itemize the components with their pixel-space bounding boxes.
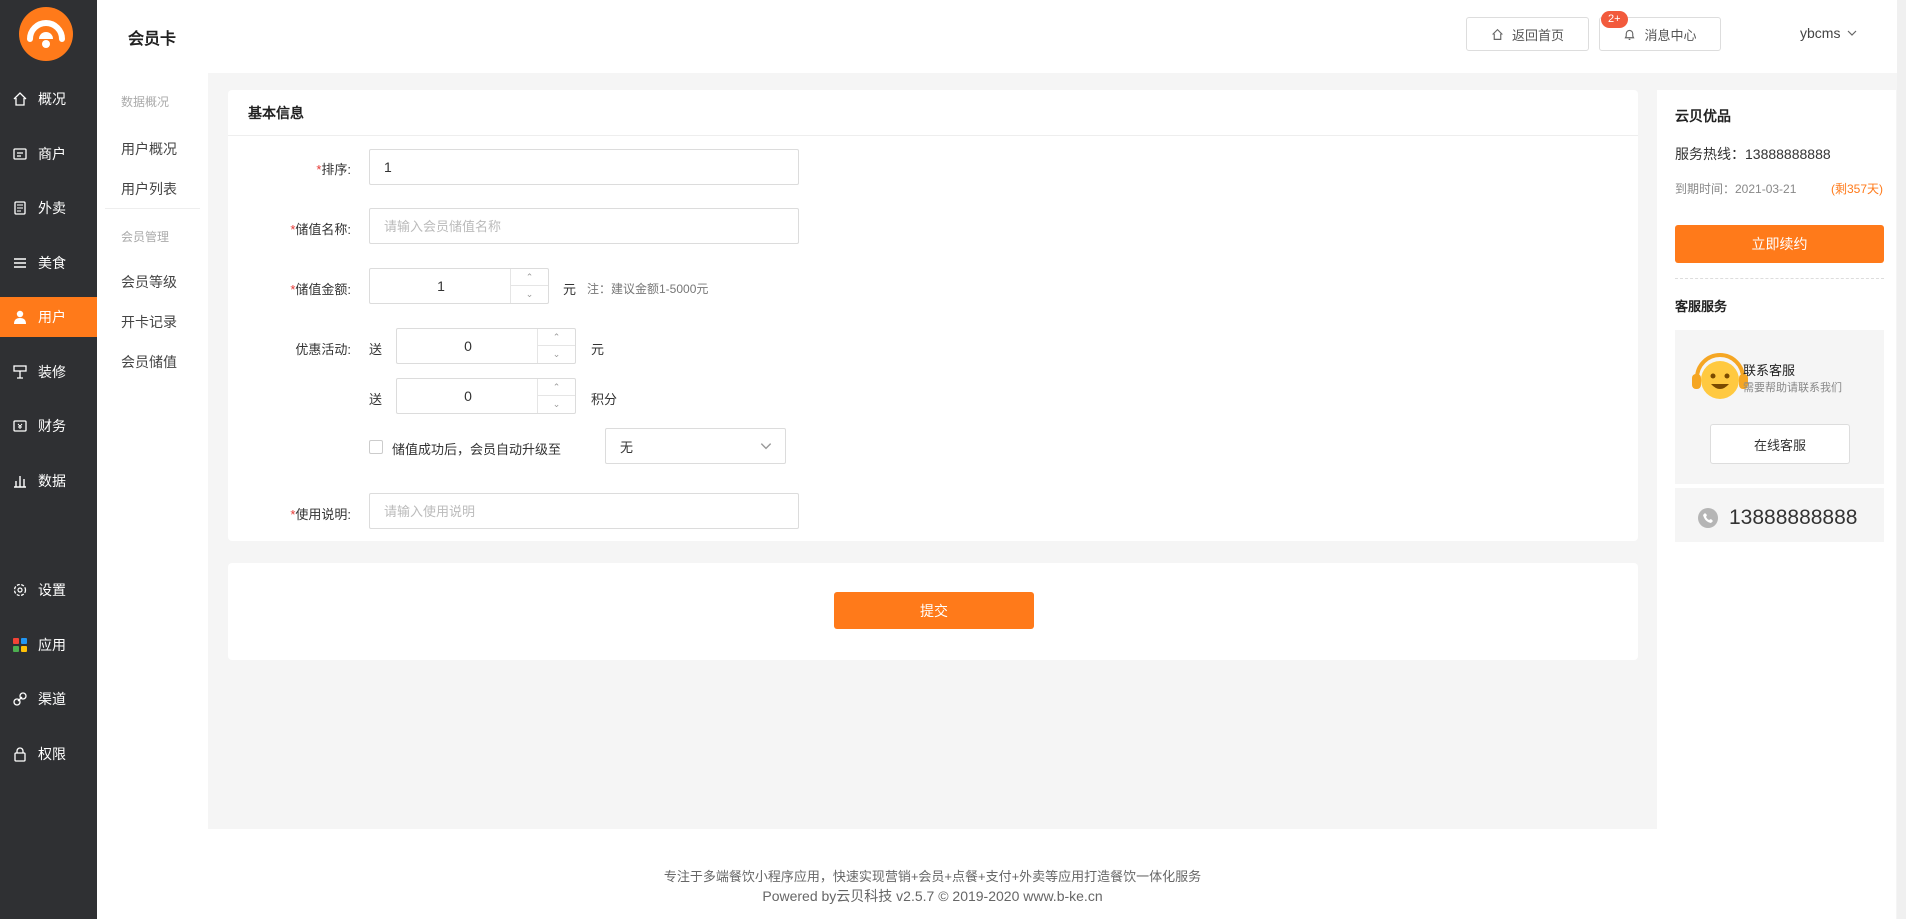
amount-unit: 元 <box>563 282 577 297</box>
stepper-up-icon[interactable]: ⌃ <box>538 329 575 346</box>
subnav-item-user-overview[interactable]: 用户概况 <box>121 139 177 159</box>
menu-icon <box>12 255 28 271</box>
right-panel: 云贝优品 服务热线：13888888888 到期时间：2021-03-21 (剩… <box>1657 90 1896 919</box>
subnav-item-card-records[interactable]: 开卡记录 <box>121 312 177 332</box>
chart-icon <box>12 473 28 489</box>
subnav-item-member-level[interactable]: 会员等级 <box>121 272 177 292</box>
subnav-item-user-list[interactable]: 用户列表 <box>121 179 177 199</box>
sidebar-item-user[interactable]: 用户 <box>0 297 97 337</box>
amount-note: 注：建议金额1-5000元 <box>587 282 709 296</box>
home-button[interactable]: 返回首页 <box>1466 17 1589 51</box>
sidebar-item-apps[interactable]: 应用 <box>0 625 97 665</box>
promo-points-stepper[interactable]: 0 ⌃ ⌄ <box>396 378 576 414</box>
upgrade-level-select[interactable]: 无 <box>605 428 786 464</box>
stepper-down-icon[interactable]: ⌄ <box>538 346 575 363</box>
recharge-name-input[interactable] <box>369 208 799 244</box>
usage-label: *使用说明: <box>290 507 351 522</box>
customer-service-icon <box>1692 353 1748 399</box>
user-icon <box>12 309 28 325</box>
stepper-up-icon[interactable]: ⌃ <box>511 269 548 286</box>
stepper-down-icon[interactable]: ⌄ <box>511 286 548 303</box>
shop-title: 云贝优品 <box>1675 108 1731 124</box>
chevron-down-icon <box>1848 30 1857 36</box>
promo-label: 优惠活动: <box>295 342 351 357</box>
apps-icon <box>12 637 28 653</box>
bell-icon <box>1623 28 1636 41</box>
stepper-value: 1 <box>437 278 445 294</box>
sidebar-item-finance[interactable]: 财务 <box>0 406 97 446</box>
stepper-arrows: ⌃ ⌄ <box>510 269 548 303</box>
gear-icon <box>12 582 28 598</box>
divider <box>1675 278 1884 279</box>
takeout-icon <box>12 200 28 216</box>
main-sidebar: 概况 商户 外卖 美食 用户 装修 财务 数据 设置 应用 渠道 权限 <box>0 0 97 919</box>
subnav-group-data: 数据概况 <box>121 95 170 109</box>
recharge-name-label: *储值名称: <box>290 222 351 237</box>
sidebar-item-overview[interactable]: 概况 <box>0 79 97 119</box>
sub-sidebar: 数据概况 用户概况 用户列表 会员管理 会员等级 开卡记录 会员储值 <box>97 73 208 919</box>
auto-upgrade-checkbox[interactable] <box>369 440 383 454</box>
recharge-amount-stepper[interactable]: 1 ⌃ ⌄ <box>369 268 549 304</box>
logo[interactable] <box>19 7 73 61</box>
promo-points-unit: 积分 <box>591 392 618 407</box>
finance-icon <box>12 418 28 434</box>
phone-icon <box>1698 508 1718 528</box>
submit-button[interactable]: 提交 <box>834 592 1034 629</box>
stepper-value: 0 <box>464 338 472 354</box>
footer-copyright: Powered by云贝科技 v2.5.7 © 2019-2020 www.b-… <box>762 888 1103 904</box>
footer-slogan: 专注于多端餐饮小程序应用，快速实现营销+会员+点餐+支付+外卖等应用打造餐饮一体… <box>663 869 1202 884</box>
renew-button[interactable]: 立即续约 <box>1675 225 1884 263</box>
sidebar-item-decorate[interactable]: 装修 <box>0 352 97 392</box>
subnav-group-member: 会员管理 <box>121 230 170 244</box>
promo-give-text: 送 <box>369 342 383 357</box>
sidebar-item-permission[interactable]: 权限 <box>0 734 97 774</box>
sort-label: *排序: <box>316 162 351 177</box>
decorate-icon <box>12 364 28 380</box>
online-service-button[interactable]: 在线客服 <box>1710 424 1850 464</box>
promo-money-stepper[interactable]: 0 ⌃ ⌄ <box>396 328 576 364</box>
sidebar-item-settings[interactable]: 设置 <box>0 570 97 610</box>
footer: 专注于多端餐饮小程序应用，快速实现营销+会员+点餐+支付+外卖等应用打造餐饮一体… <box>208 829 1657 919</box>
stepper-up-icon[interactable]: ⌃ <box>538 379 575 396</box>
stepper-arrows: ⌃ ⌄ <box>537 329 575 363</box>
subnav-item-member-recharge[interactable]: 会员储值 <box>121 352 177 372</box>
usage-input[interactable] <box>369 493 799 529</box>
auto-upgrade-label: 储值成功后，会员自动升级至 <box>392 442 562 457</box>
home-icon <box>12 91 28 107</box>
promo-money-unit: 元 <box>591 342 605 357</box>
contact-service-name: 联系客服 <box>1743 363 1796 378</box>
divider <box>105 208 200 209</box>
stepper-value: 0 <box>464 388 472 404</box>
home-icon <box>1491 28 1504 41</box>
sidebar-item-channel[interactable]: 渠道 <box>0 679 97 719</box>
service-hotline: 服务热线：13888888888 <box>1675 146 1831 162</box>
expire-date: 到期时间：2021-03-21 <box>1675 182 1797 196</box>
messages-badge: 2+ <box>1601 11 1628 28</box>
lock-icon <box>12 746 28 762</box>
phone-number: 13888888888 <box>1729 506 1858 529</box>
link-icon <box>12 691 28 707</box>
promo-give-text: 送 <box>369 392 383 407</box>
user-menu[interactable]: ybcms <box>1800 25 1858 41</box>
stepper-down-icon[interactable]: ⌄ <box>538 396 575 413</box>
recharge-amount-label: *储值金额: <box>290 282 351 297</box>
chevron-down-icon <box>760 443 772 450</box>
contact-service-sub: 需要帮助请联系我们 <box>1743 382 1842 394</box>
sidebar-item-merchant[interactable]: 商户 <box>0 134 97 174</box>
remaining-days: (剩357天) <box>1831 182 1884 196</box>
page-title: 会员卡 <box>128 31 177 48</box>
sidebar-item-food[interactable]: 美食 <box>0 243 97 283</box>
service-title: 客服服务 <box>1675 299 1728 314</box>
sidebar-item-takeout[interactable]: 外卖 <box>0 188 97 228</box>
logo-icon <box>27 20 65 48</box>
section-title: 基本信息 <box>228 90 1638 136</box>
sort-input[interactable] <box>369 149 799 185</box>
username: ybcms <box>1800 25 1841 41</box>
sidebar-item-data[interactable]: 数据 <box>0 461 97 501</box>
store-icon <box>12 146 28 162</box>
scrollbar[interactable] <box>1897 0 1906 919</box>
stepper-arrows: ⌃ ⌄ <box>537 379 575 413</box>
